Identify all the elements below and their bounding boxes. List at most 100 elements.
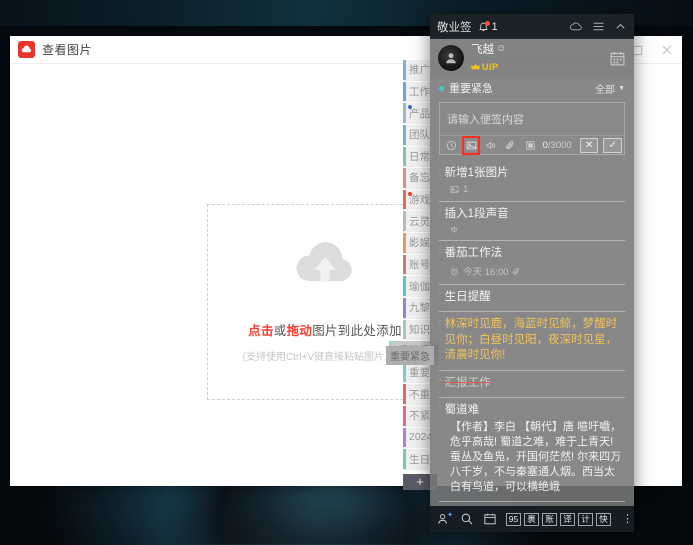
note-list-item[interactable]: ˙ 林深时见鹿，海蓝时见鲸，梦醒时见你；白昼时见阳，夜深时见星，清晨时见你! — [439, 312, 625, 371]
note-item-title: ˙ 新增1张图片 — [439, 166, 625, 181]
filter-label: 重要紧急 — [449, 83, 493, 95]
tab-label: 备忘 — [409, 172, 430, 185]
note-composer: 请输入便签内容 0/3000 ✕ ✓ — [439, 102, 625, 155]
nickname-line: 飞越 ☺ — [471, 41, 506, 57]
tab-label: 游戏 — [409, 194, 430, 207]
dropzone-main-text: 点击或拖动图片到此处添加 — [248, 320, 402, 339]
note-item-title-text: 生日提醒 — [444, 291, 491, 303]
note-item-title: ˙ 插入1段声音 — [439, 207, 625, 222]
note-bullet-icon: ˙ — [439, 377, 442, 387]
filter-all-label[interactable]: 全部 — [595, 81, 615, 96]
close-button[interactable] — [652, 36, 682, 64]
bell-notification-dot — [484, 21, 490, 26]
cloud-sync-icon[interactable] — [569, 20, 583, 34]
search-icon[interactable] — [460, 512, 474, 526]
chevron-down-icon[interactable]: ▼ — [618, 85, 625, 92]
tab-label: 团队 — [409, 129, 430, 142]
note-titlebar[interactable]: 敬业签 1 — [430, 14, 634, 39]
note-item-title-text: 蜀道难 — [444, 403, 480, 416]
more-vertical-icon[interactable]: ⋮ — [620, 514, 633, 525]
note-bullet-icon: ˙ — [439, 319, 442, 328]
bottom-chip-group: 95 裹账译计快 — [506, 512, 611, 526]
note-list-item[interactable]: ˙ 生日提醒 — [439, 285, 625, 312]
note-list-item[interactable]: ˙ 新增1张图片 1 — [439, 161, 625, 202]
cancel-button[interactable]: ✕ — [579, 137, 599, 153]
dropzone-drag-word: 拖动 — [286, 324, 313, 338]
avatar[interactable] — [438, 45, 464, 71]
note-item-meta — [450, 225, 625, 234]
chevron-up-icon[interactable] — [614, 20, 627, 33]
tab-label: 工作 — [409, 85, 430, 98]
attachment-icon[interactable] — [503, 138, 518, 153]
sound-icon[interactable] — [483, 138, 498, 153]
filter-status-dot — [439, 85, 444, 91]
note-profile-bar: 飞越 ☺ UIP — [430, 39, 634, 77]
note-list-item[interactable]: ˙ 插入1段声音 — [439, 202, 625, 241]
tab-label: 生日 — [409, 453, 430, 466]
bottom-chip-计[interactable]: 计 — [578, 512, 593, 526]
tab-label: 不重 — [409, 388, 430, 401]
profile-text-block: 飞越 ☺ UIP — [471, 41, 506, 76]
note-list[interactable]: ˙ 新增1张图片 1 ˙ 插入1段声音 ˙ 番茄工作法 今天 16:00 ˙ 生日提醒 ˙ 林深时见鹿… — [430, 161, 634, 506]
cloud-upload-icon — [292, 241, 358, 296]
bottom-chip-95[interactable]: 95 — [506, 512, 521, 526]
note-item-title-text: 插入1段声音 — [444, 208, 509, 220]
alarm-icon — [450, 267, 459, 276]
note-list-item[interactable]: ˙ 番茄工作法 今天 16:00 — [439, 241, 625, 285]
dropzone-click-word: 点击 — [248, 324, 274, 338]
viewer-title-text: 查看图片 — [42, 43, 93, 57]
tab-label: 瑜伽 — [409, 280, 430, 293]
tab-label: 账号 — [409, 258, 430, 271]
clock-icon[interactable] — [444, 138, 459, 153]
bell-icon[interactable] — [478, 21, 490, 32]
note-bullet-icon: ˙ — [439, 209, 442, 218]
note-input-field[interactable]: 请输入便签内容 — [440, 103, 624, 135]
sticky-note-window: 敬业签 1 飞越 ☺ UIP 重要紧急 全部 ▼ 请输入便签内容 0/3000 … — [430, 14, 634, 532]
note-list-item[interactable]: ˙ 汇报工作 — [439, 371, 625, 398]
attachment-icon — [512, 267, 521, 276]
composer-toolbar: 0/3000 ✕ ✓ — [440, 135, 624, 155]
tab-label: 云灵 — [409, 215, 430, 228]
note-list-item[interactable]: ˙ 蜀道难 【作者】李白 【朝代】唐 噫吁嚱，危乎高哉! 蜀道之难，难于上青天! 蚕… — [439, 398, 625, 502]
app-logo-icon — [18, 41, 35, 58]
note-item-meta-text: 1 — [463, 184, 469, 195]
sound-icon — [450, 225, 459, 234]
note-item-title: ˙ 汇报工作 — [439, 376, 625, 391]
plus-badge-icon: ✦ — [447, 512, 453, 519]
tab-label: 不紧 — [409, 410, 430, 423]
bottom-chip-译[interactable]: 译 — [560, 512, 575, 526]
dropzone-tail-text: 图片到此处添加 — [312, 324, 402, 338]
menu-icon[interactable] — [592, 20, 605, 33]
confirm-button[interactable]: ✓ — [603, 137, 623, 153]
image-icon[interactable] — [461, 135, 481, 155]
calendar-icon[interactable] — [483, 512, 497, 526]
note-bullet-icon: ˙ — [439, 292, 442, 301]
bottom-chip-快[interactable]: 快 — [596, 512, 611, 526]
note-bottom-bar: ✦ 95 裹账译计快 ⋮ — [430, 506, 634, 532]
char-counter: 0/3000 — [543, 140, 575, 151]
note-bullet-icon: ˙ — [439, 168, 442, 177]
bottom-chip-裹[interactable]: 裹 — [524, 512, 539, 526]
note-filter-bar[interactable]: 重要紧急 全部 ▼ — [430, 77, 634, 99]
calendar-icon[interactable] — [609, 50, 626, 67]
bottom-chip-账[interactable]: 账 — [542, 512, 557, 526]
stop-record-icon[interactable] — [523, 138, 538, 153]
char-count-max: /3000 — [547, 139, 572, 151]
vip-label: UIP — [482, 61, 499, 72]
tab-unread-dot — [408, 191, 412, 196]
tab-label: 影娱 — [409, 237, 430, 250]
tab-label: 知识 — [409, 323, 430, 336]
note-bullet-icon: ˙ — [439, 248, 442, 257]
add-friend-icon[interactable]: ✦ — [437, 512, 453, 526]
note-item-title-text: 新增1张图片 — [444, 167, 509, 179]
note-item-title: ˙ 生日提醒 — [439, 290, 625, 305]
nickname-emoji-icon: ☺ — [496, 43, 507, 54]
note-item-title-text: 林深时见鹿，海蓝时见鲸，梦醒时见你；白昼时见阳，夜深时见星，清晨时见你! — [444, 318, 618, 361]
tab-label: 产品 — [409, 107, 430, 120]
note-item-title-text: 番茄工作法 — [444, 247, 503, 259]
dropzone-sub-text: (支持使用Ctrl+V键直接粘贴图片上传) — [242, 352, 408, 363]
note-badge-count: 1 — [491, 20, 498, 33]
dropzone-or-word: 或 — [273, 324, 287, 338]
tab-label: 日常 — [409, 150, 430, 163]
note-item-body: 【作者】李白 【朝代】唐 噫吁嚱，危乎高哉! 蜀道之难，难于上青天! 蚕丛及鱼凫… — [450, 420, 622, 493]
